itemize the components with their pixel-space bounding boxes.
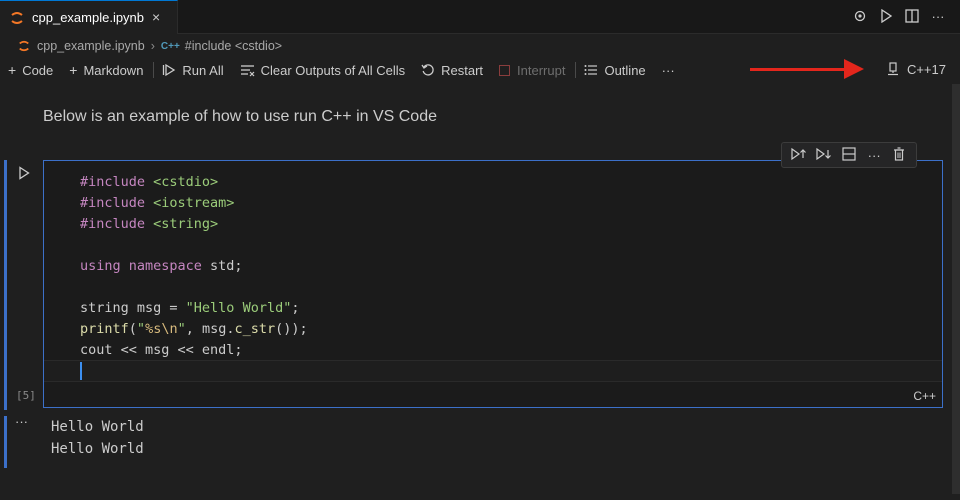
clear-outputs-label: Clear Outputs of All Cells [260, 62, 406, 78]
kernel-picker[interactable]: C++17 [887, 58, 946, 80]
toolbar-divider [153, 62, 155, 78]
restart-label: Restart [441, 62, 484, 78]
more-actions-button[interactable]: ··· [662, 59, 675, 81]
tab-title: cpp_example.ipynb [32, 10, 145, 25]
restart-button[interactable]: Restart [421, 59, 483, 81]
plus-icon: + [69, 62, 78, 78]
jupyter-icon [11, 11, 23, 24]
scrollbar[interactable] [952, 84, 960, 494]
markdown-cell-text[interactable]: Below is an example of how to use run C+… [43, 108, 437, 126]
code-editor[interactable]: #include <cstdio> #include <iostream> #i… [43, 160, 943, 408]
clear-outputs-button[interactable]: Clear Outputs of All Cells [240, 59, 406, 81]
code-line: cout << msg << endl; [80, 342, 243, 358]
jupyter-icon [19, 40, 29, 52]
add-code-button[interactable]: + Code [8, 59, 53, 81]
list-icon [584, 65, 598, 75]
output-more-icon[interactable]: ··· [15, 414, 28, 429]
run-cell-button[interactable] [18, 166, 30, 183]
trash-icon[interactable] [889, 146, 909, 164]
code-line: string msg = "Hello World"; [80, 300, 300, 316]
run-above-icon[interactable] [789, 147, 809, 164]
code-line: printf("%s\n", msg.c_str()); [80, 321, 308, 337]
cell-language[interactable]: C++ [913, 389, 936, 403]
interrupt-label: Interrupt [517, 62, 566, 78]
run-all-label: Run All [182, 62, 224, 78]
execution-count: [5] [16, 389, 36, 402]
tab-cpp-example[interactable]: cpp_example.ipynb × [0, 0, 178, 34]
breadcrumb-file[interactable]: cpp_example.ipynb [37, 39, 145, 53]
cell-focus-indicator [4, 160, 7, 410]
chevron-right-icon: › [150, 39, 155, 53]
add-markdown-button[interactable]: + Markdown [69, 59, 143, 81]
editor-actions: ··· [852, 8, 946, 24]
clear-all-icon [240, 65, 255, 77]
plus-icon: + [8, 62, 17, 78]
more-icon[interactable]: ··· [930, 8, 946, 24]
more-icon[interactable]: ··· [864, 148, 884, 163]
current-line-highlight [44, 360, 942, 382]
outline-button[interactable]: Outline [584, 59, 646, 81]
restart-icon [421, 64, 434, 76]
output-line: Hello World [51, 419, 144, 435]
annotation-arrow-head [844, 59, 864, 79]
cell-toolbar: ··· [781, 142, 917, 168]
split-editor-icon[interactable] [904, 8, 920, 24]
close-icon[interactable]: × [152, 9, 160, 25]
kernel-label: C++17 [906, 61, 946, 77]
run-below-icon[interactable] [814, 147, 834, 164]
code-line: #include <iostream> [80, 195, 235, 211]
run-all-icon [163, 63, 176, 77]
output-focus-indicator [4, 416, 7, 468]
add-code-label: Code [22, 62, 54, 78]
split-cell-icon[interactable] [839, 146, 859, 164]
run-icon[interactable] [878, 8, 894, 24]
tab-bar: cpp_example.ipynb × ··· [0, 0, 960, 34]
annotation-arrow [750, 68, 850, 71]
breadcrumb: cpp_example.ipynb › C++ #include <cstdio… [18, 37, 282, 55]
cell-output: Hello World Hello World [51, 416, 144, 460]
play-icon [19, 166, 30, 180]
interrupt-button[interactable]: Interrupt [499, 59, 565, 81]
add-markdown-label: Markdown [83, 62, 144, 78]
code-line: using namespace std; [80, 258, 243, 274]
kernel-icon [887, 62, 898, 76]
output-line: Hello World [51, 441, 144, 457]
toolbar-divider [575, 62, 577, 78]
stop-icon [499, 64, 511, 76]
code-lines: #include <cstdio> #include <iostream> #i… [80, 172, 308, 361]
breadcrumb-symbol[interactable]: #include <cstdio> [185, 39, 282, 53]
cpp-icon: C++ [160, 40, 180, 52]
outline-label: Outline [604, 62, 646, 78]
run-all-button[interactable]: Run All [162, 59, 224, 81]
text-cursor [80, 362, 82, 380]
gear-icon[interactable] [852, 8, 868, 24]
code-line: #include <cstdio> [80, 174, 219, 190]
code-line: #include <string> [80, 216, 219, 232]
